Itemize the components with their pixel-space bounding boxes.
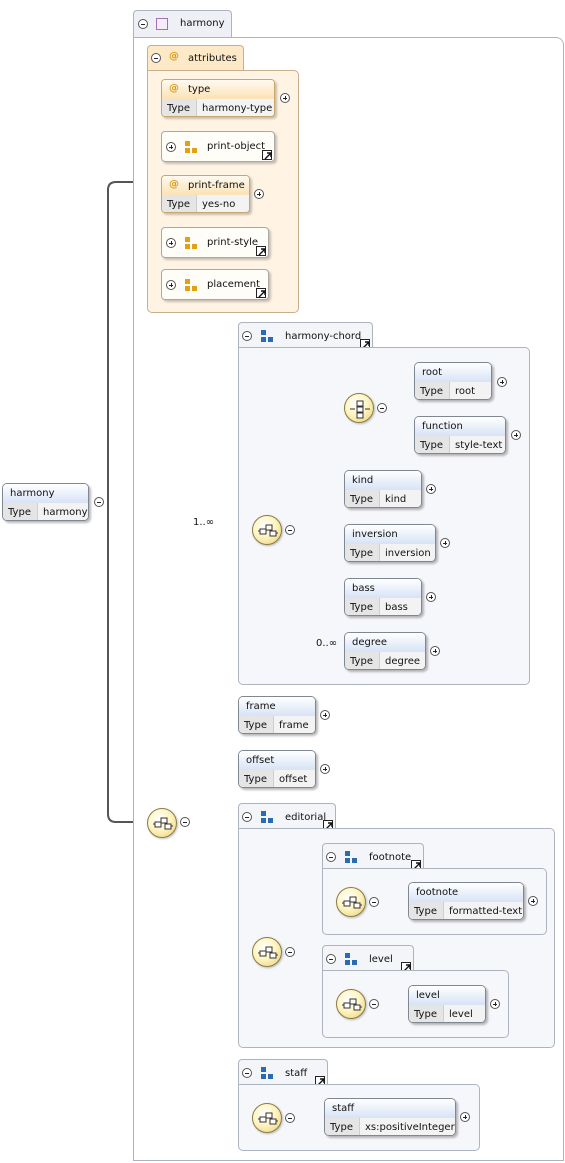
expand-icon[interactable] [426, 592, 436, 602]
attribute-at-icon: @ [169, 83, 179, 94]
expand-icon[interactable] [254, 189, 264, 199]
occurrence-label: 0..∞ [316, 638, 338, 649]
element-inversion[interactable]: inversion Type inversion [344, 524, 436, 562]
element-function[interactable]: function Type style-text [414, 416, 506, 454]
expand-icon[interactable] [460, 1112, 470, 1122]
occurrence-label: 1..∞ [193, 517, 215, 528]
reference-link-icon[interactable] [256, 246, 266, 256]
attribute-at-icon: @ [169, 179, 179, 190]
staff-group-label: staff [285, 1068, 308, 1079]
collapse-icon[interactable] [285, 947, 295, 957]
level-group-tab: level [322, 945, 414, 972]
expand-icon[interactable] [320, 710, 330, 720]
element-offset[interactable]: offset Type offset [238, 750, 316, 788]
element-frame[interactable]: frame Type frame [238, 696, 316, 734]
attribute-group-icon [185, 279, 198, 292]
expand-icon[interactable] [320, 764, 330, 774]
sequence-compositor-icon[interactable] [252, 1103, 282, 1133]
attributes-label: attributes [188, 53, 237, 64]
collapse-icon[interactable] [180, 817, 190, 827]
sequence-compositor-icon[interactable] [147, 808, 177, 838]
expand-icon[interactable] [166, 142, 176, 152]
expand-icon[interactable] [511, 430, 521, 440]
collapse-icon[interactable] [369, 999, 379, 1009]
group-icon [261, 1067, 274, 1080]
sequence-compositor-icon[interactable] [336, 887, 366, 917]
level-group-label: level [369, 954, 393, 965]
group-icon [261, 811, 274, 824]
attribute-print-frame[interactable]: @ print-frame Type yes-no [161, 175, 250, 213]
footnote-group-tab: footnote [322, 843, 424, 870]
editorial-tab: editorial [238, 803, 336, 830]
attribute-group-placement[interactable]: placement [161, 269, 269, 300]
sequence-compositor-icon[interactable] [336, 989, 366, 1019]
harmony-group-label: harmony [180, 18, 225, 29]
expand-icon[interactable] [280, 93, 290, 103]
expand-icon[interactable] [430, 646, 440, 656]
group-icon [261, 330, 274, 343]
element-level[interactable]: level Type level [408, 985, 486, 1023]
collapse-icon[interactable] [94, 497, 104, 507]
harmony-root-element[interactable]: harmony Type harmony [2, 483, 89, 521]
sequence-compositor-icon[interactable] [252, 515, 282, 545]
attribute-type[interactable]: @ type Type harmony-type [161, 79, 275, 117]
attribute-at-icon: @ [169, 51, 179, 62]
expand-icon[interactable] [166, 238, 176, 248]
collapse-icon[interactable] [377, 403, 387, 413]
element-degree[interactable]: degree Type degree [344, 632, 426, 670]
group-icon [345, 953, 358, 966]
harmony-chord-tab: harmony-chord [238, 322, 373, 349]
element-root[interactable]: root Type root [414, 362, 492, 400]
footnote-group-label: footnote [369, 852, 412, 863]
attribute-group-print-style[interactable]: print-style [161, 227, 269, 258]
collapse-icon[interactable] [242, 812, 252, 822]
attribute-group-print-object[interactable]: print-object [161, 131, 275, 162]
collapse-icon[interactable] [138, 19, 148, 29]
attribute-group-icon [185, 237, 198, 250]
harmony-chord-label: harmony-chord [285, 331, 362, 342]
element-footnote[interactable]: footnote Type formatted-text [408, 882, 524, 920]
group-square-icon [156, 18, 168, 30]
expand-icon[interactable] [440, 538, 450, 548]
element-bass[interactable]: bass Type bass [344, 578, 422, 616]
expand-icon[interactable] [490, 999, 500, 1009]
element-staff[interactable]: staff Type xs:positiveInteger [324, 1098, 456, 1136]
collapse-icon[interactable] [151, 53, 161, 63]
group-icon [345, 851, 358, 864]
collapse-icon[interactable] [242, 1068, 252, 1078]
sequence-compositor-icon[interactable] [252, 937, 282, 967]
attributes-tab: @ attributes [147, 45, 244, 71]
collapse-icon[interactable] [285, 1113, 295, 1123]
element-kind[interactable]: kind Type kind [344, 470, 422, 508]
harmony-group-tab: harmony [133, 10, 232, 38]
expand-icon[interactable] [166, 280, 176, 290]
reference-link-icon[interactable] [256, 288, 266, 298]
staff-group-tab: staff [238, 1059, 328, 1086]
collapse-icon[interactable] [285, 525, 295, 535]
element-type: harmony [43, 507, 88, 518]
collapse-icon[interactable] [326, 852, 336, 862]
expand-icon[interactable] [497, 377, 507, 387]
choice-compositor-icon[interactable] [344, 393, 374, 423]
element-name: harmony [10, 488, 55, 499]
attribute-group-icon [185, 141, 198, 154]
reference-link-icon[interactable] [262, 150, 272, 160]
collapse-icon[interactable] [242, 331, 252, 341]
editorial-label: editorial [285, 812, 327, 823]
collapse-icon[interactable] [326, 954, 336, 964]
collapse-icon[interactable] [369, 897, 379, 907]
expand-icon[interactable] [426, 484, 436, 494]
expand-icon[interactable] [528, 896, 538, 906]
